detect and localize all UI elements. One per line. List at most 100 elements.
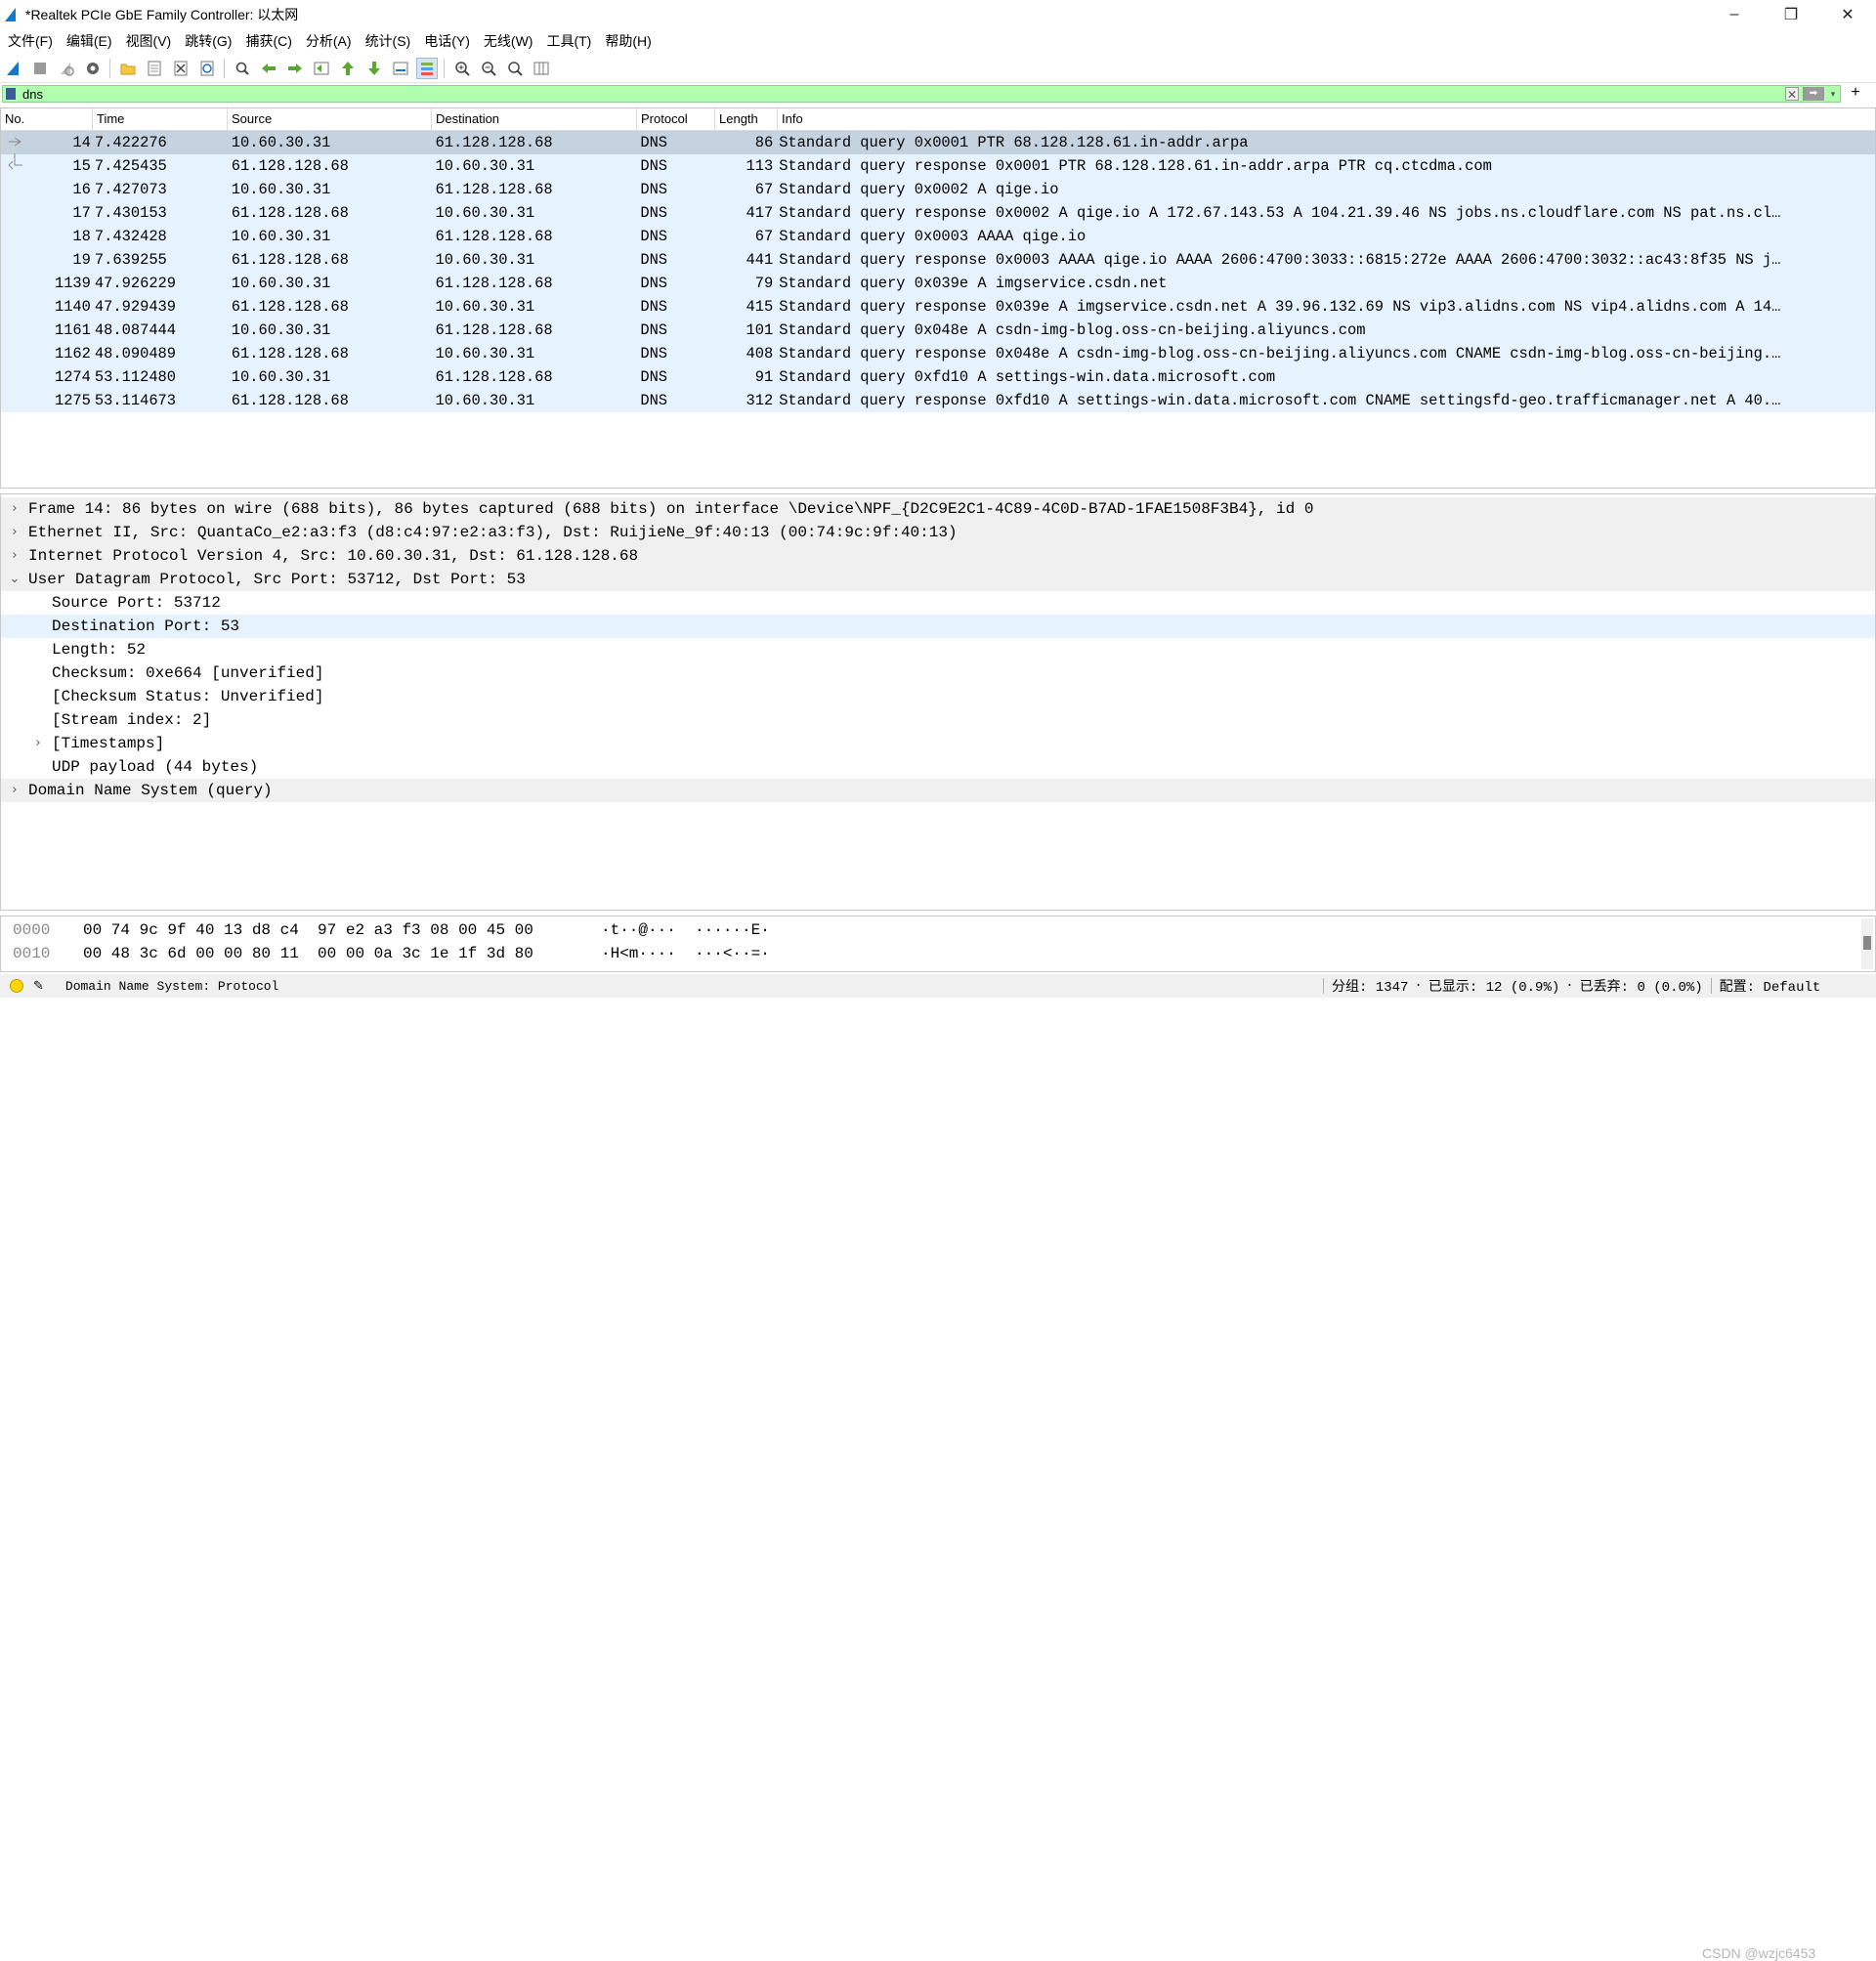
column-header-no[interactable]: No.: [1, 108, 93, 130]
detail-tree-item[interactable]: › Internet Protocol Version 4, Src: 10.60…: [1, 544, 1875, 568]
zoom-out-icon[interactable]: [478, 58, 499, 79]
column-header-length[interactable]: Length: [715, 108, 778, 130]
bytes-scrollbar[interactable]: [1861, 918, 1873, 969]
packet-row[interactable]: 1161 48.087444 10.60.30.31 61.128.128.68 DNS…: [1, 319, 1875, 342]
chevron-down-icon[interactable]: ⌄: [1, 568, 28, 591]
expert-info-icon[interactable]: [10, 979, 23, 993]
packet-row[interactable]: 14 7.422276 10.60.30.31 61.128.128.68 DNS 86 S…: [1, 131, 1875, 154]
menu-statistics[interactable]: 统计(S): [358, 31, 417, 51]
chevron-right-icon[interactable]: ›: [1, 779, 28, 802]
packet-info: Standard query response 0x0003 AAAA qige…: [779, 251, 1781, 269]
display-filter-input[interactable]: [22, 86, 1781, 102]
detail-tree-item[interactable]: › Domain Name System (query): [1, 779, 1875, 802]
resize-columns-icon[interactable]: [531, 58, 552, 79]
detail-tree-label: Frame 14: 86 bytes on wire (688 bits), 8…: [28, 500, 1314, 518]
menu-view[interactable]: 视图(V): [118, 31, 178, 51]
go-forward-icon[interactable]: [284, 58, 306, 79]
apply-filter-icon[interactable]: ➡: [1803, 87, 1824, 101]
packet-time: 47.926229: [94, 275, 177, 292]
bytes-scrollbar-thumb[interactable]: [1863, 936, 1871, 950]
detail-tree-item[interactable]: Destination Port: 53: [1, 615, 1875, 638]
packet-details[interactable]: › Frame 14: 86 bytes on wire (688 bits), …: [0, 493, 1876, 911]
bytes-offset[interactable]: 0000: [1, 918, 67, 942]
capture-options-icon[interactable]: [82, 58, 104, 79]
menu-tools[interactable]: 工具(T): [538, 31, 597, 51]
bytes-offset[interactable]: 0010: [1, 942, 67, 965]
packet-row[interactable]: 18 7.432428 10.60.30.31 61.128.128.68 DNS 67 S…: [1, 225, 1875, 248]
bytes-ascii[interactable]: ·H<m···· ···<··=·: [587, 942, 770, 965]
menu-analyze[interactable]: 分析(A): [298, 31, 358, 51]
detail-tree-item[interactable]: ⌄ User Datagram Protocol, Src Port: 53712…: [1, 568, 1875, 591]
chevron-right-icon[interactable]: ›: [24, 732, 52, 755]
packet-row[interactable]: 1139 47.926229 10.60.30.31 61.128.128.68 DNS…: [1, 272, 1875, 295]
detail-tree-item[interactable]: › Ethernet II, Src: QuantaCo_e2:a3:f3 (d8…: [1, 521, 1875, 544]
clear-filter-icon[interactable]: ✕: [1785, 87, 1799, 102]
packet-length: 312: [746, 392, 774, 409]
chevron-right-icon[interactable]: ›: [1, 497, 28, 521]
autoscroll-icon[interactable]: [390, 58, 411, 79]
minimize-button[interactable]: –: [1706, 0, 1763, 29]
filter-bookmark-icon[interactable]: [6, 88, 16, 100]
bytes-ascii[interactable]: ·t··@··· ······E·: [587, 918, 770, 942]
packet-row[interactable]: 17 7.430153 61.128.128.68 10.60.30.31 DNS 417…: [1, 201, 1875, 225]
column-header-source[interactable]: Source: [228, 108, 432, 130]
menu-go[interactable]: 跳转(G): [177, 31, 237, 51]
detail-tree-item[interactable]: [Checksum Status: Unverified]: [1, 685, 1875, 708]
find-packet-icon[interactable]: [232, 58, 253, 79]
go-to-packet-icon[interactable]: [311, 58, 332, 79]
restart-capture-icon[interactable]: [56, 58, 77, 79]
packet-row[interactable]: 1274 53.112480 10.60.30.31 61.128.128.68 DNS…: [1, 365, 1875, 389]
menu-telephony[interactable]: 电话(Y): [416, 31, 476, 51]
column-header-protocol[interactable]: Protocol: [637, 108, 715, 130]
reload-file-icon[interactable]: [196, 58, 218, 79]
column-header-time[interactable]: Time: [93, 108, 228, 130]
zoom-in-icon[interactable]: [451, 58, 473, 79]
bytes-hex[interactable]: 00 48 3c 6d 00 00 80 11 00 00 0a 3c 1e 1…: [67, 942, 587, 965]
menu-wireless[interactable]: 无线(W): [476, 31, 539, 51]
bytes-hex[interactable]: 00 74 9c 9f 40 13 d8 c4 97 e2 a3 f3 08 0…: [67, 918, 587, 942]
stop-capture-icon[interactable]: [29, 58, 51, 79]
open-file-icon[interactable]: [117, 58, 139, 79]
menu-capture[interactable]: 捕获(C): [237, 31, 297, 51]
packet-no: 17: [72, 204, 91, 222]
filter-history-dropdown-icon[interactable]: ▾: [1826, 87, 1840, 101]
last-packet-icon[interactable]: [363, 58, 385, 79]
detail-tree-item[interactable]: [Stream index: 2]: [1, 708, 1875, 732]
close-file-icon[interactable]: [170, 58, 192, 79]
restore-button[interactable]: ❐: [1763, 0, 1819, 29]
detail-tree-item[interactable]: Source Port: 53712: [1, 591, 1875, 615]
packet-bytes[interactable]: 0000 00 74 9c 9f 40 13 d8 c4 97 e2 a3 f3 …: [0, 916, 1876, 972]
detail-tree-item[interactable]: › Frame 14: 86 bytes on wire (688 bits), …: [1, 497, 1875, 521]
first-packet-icon[interactable]: [337, 58, 359, 79]
packet-row[interactable]: 19 7.639255 61.128.128.68 10.60.30.31 DNS 441…: [1, 248, 1875, 272]
packet-row[interactable]: 1140 47.929439 61.128.128.68 10.60.30.31 DNS…: [1, 295, 1875, 319]
save-file-icon[interactable]: [144, 58, 165, 79]
packet-destination: 10.60.30.31: [435, 157, 535, 175]
detail-tree-item[interactable]: › [Timestamps]: [1, 732, 1875, 755]
status-profile[interactable]: 配置: Default: [1720, 976, 1821, 996]
packet-row[interactable]: 1275 53.114673 61.128.128.68 10.60.30.31 DNS…: [1, 389, 1875, 412]
detail-tree-item[interactable]: Length: 52: [1, 638, 1875, 661]
packet-length: 101: [746, 321, 774, 339]
go-back-icon[interactable]: [258, 58, 279, 79]
packet-row[interactable]: 1162 48.090489 61.128.128.68 10.60.30.31 DNS…: [1, 342, 1875, 365]
menu-edit[interactable]: 编辑(E): [59, 31, 118, 51]
detail-tree-item[interactable]: Checksum: 0xe664 [unverified]: [1, 661, 1875, 685]
normal-size-icon[interactable]: [504, 58, 526, 79]
column-header-destination[interactable]: Destination: [432, 108, 637, 130]
chevron-right-icon[interactable]: ›: [1, 544, 28, 568]
packet-row[interactable]: 16 7.427073 10.60.30.31 61.128.128.68 DNS 67 S…: [1, 178, 1875, 201]
colorize-icon[interactable]: [416, 58, 438, 79]
chevron-right-icon[interactable]: ›: [1, 521, 28, 544]
packet-time: 7.639255: [94, 251, 167, 269]
detail-tree-item[interactable]: UDP payload (44 bytes): [1, 755, 1875, 779]
start-capture-icon[interactable]: [3, 58, 24, 79]
packet-row[interactable]: 15 7.425435 61.128.128.68 10.60.30.31 DNS 113…: [1, 154, 1875, 178]
add-filter-button-icon[interactable]: +: [1849, 84, 1862, 102]
packet-list[interactable]: No. Time Source Destination Protocol Len…: [0, 107, 1876, 489]
menu-file[interactable]: 文件(F): [0, 31, 59, 51]
edit-comment-icon[interactable]: ✎: [33, 978, 44, 994]
close-button[interactable]: ✕: [1819, 0, 1876, 29]
column-header-info[interactable]: Info: [778, 108, 1875, 130]
menu-help[interactable]: 帮助(H): [597, 31, 657, 51]
